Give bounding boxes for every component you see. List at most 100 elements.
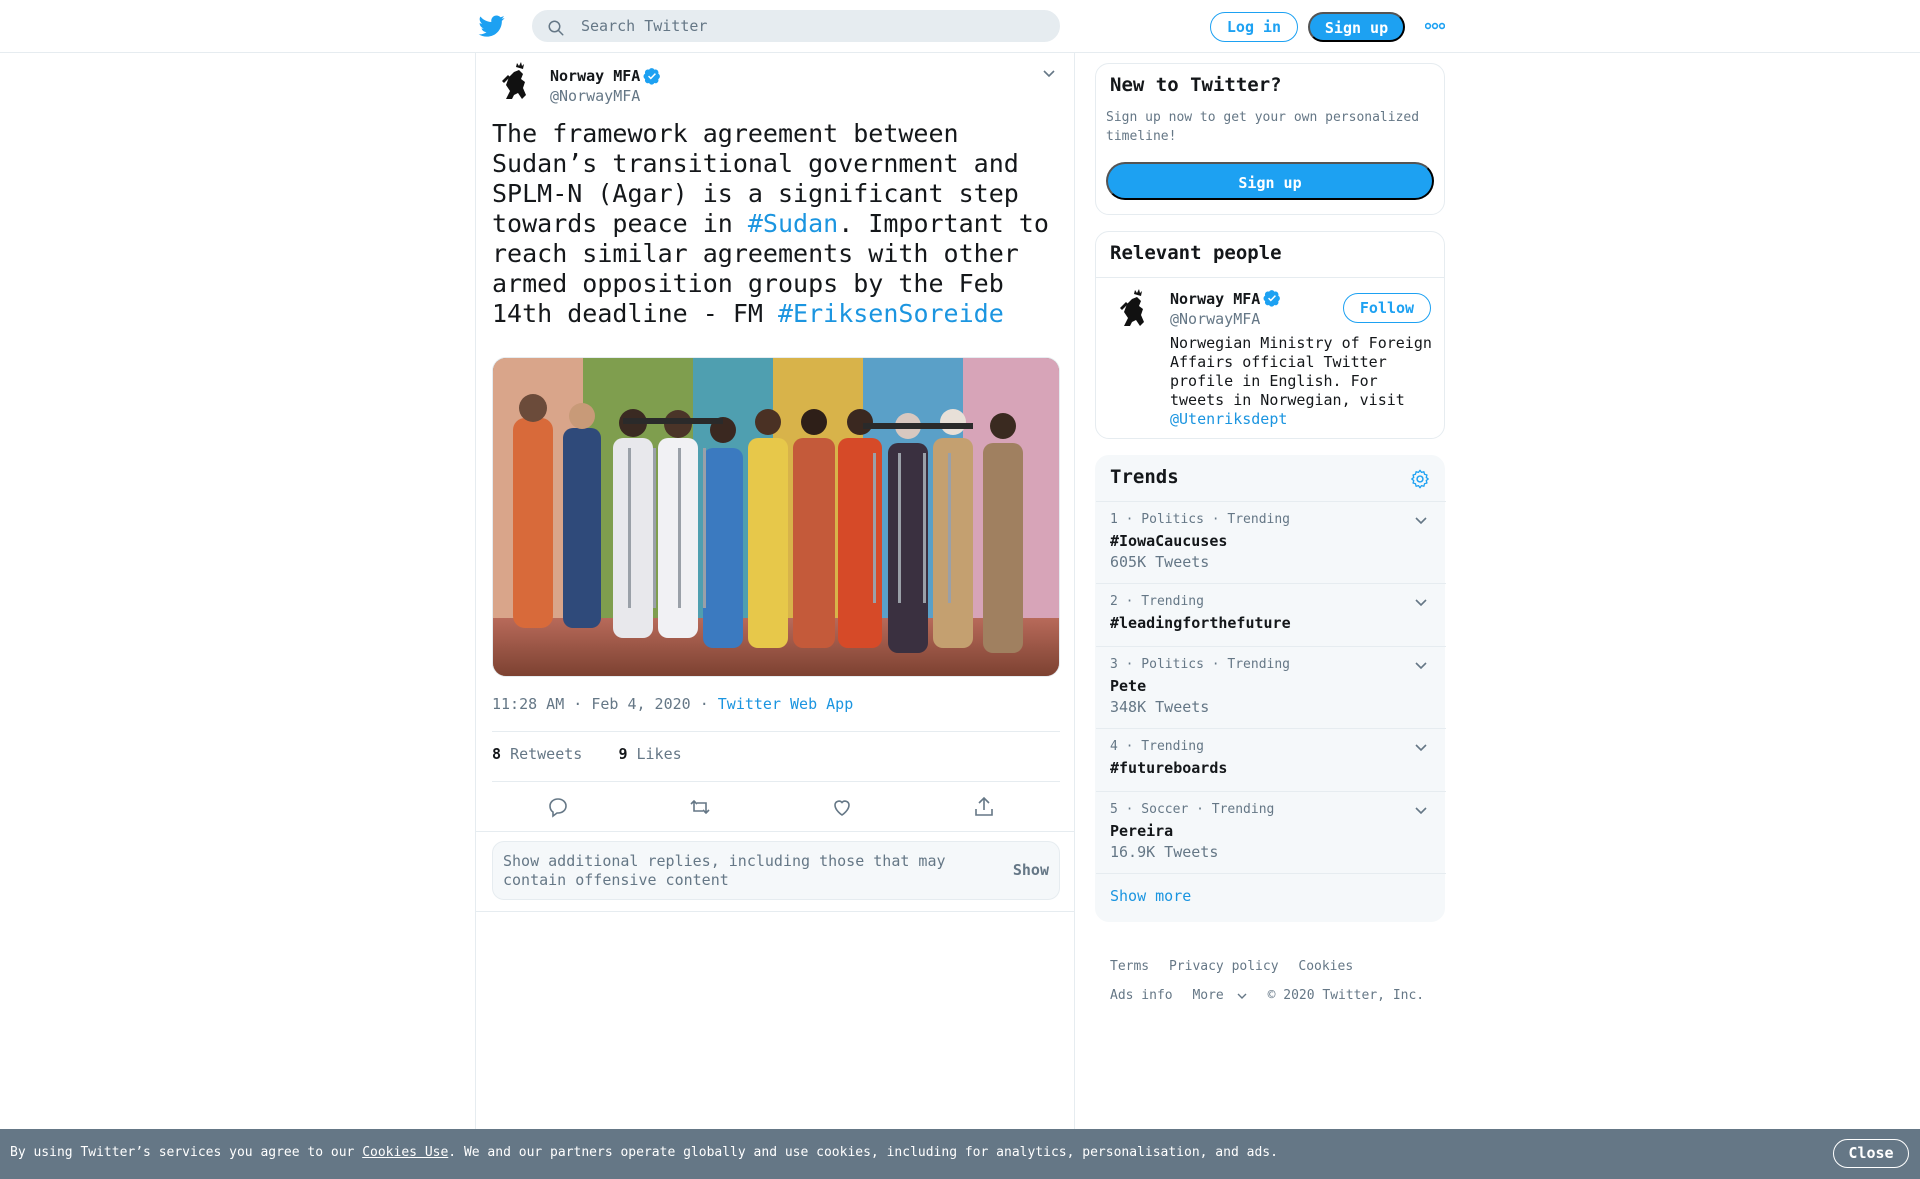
ads-info-link[interactable]: Ads info: [1110, 981, 1173, 1010]
timestamp-separator: ·: [690, 695, 718, 713]
main-column: Norway MFA @NorwayMFA The framework agre…: [475, 53, 1075, 1129]
tweet-text: The framework agreement between Sudan’s …: [492, 119, 1062, 329]
trend-name[interactable]: #futureboards: [1110, 759, 1227, 777]
trend-count: 605K Tweets: [1110, 553, 1210, 571]
trend-name[interactable]: #leadingforthefuture: [1110, 614, 1291, 632]
mural-image: [493, 358, 1059, 676]
follow-button[interactable]: Follow: [1343, 293, 1431, 323]
trend-meta: 5 · Soccer · Trending: [1110, 802, 1275, 817]
hashtag-link[interactable]: #EriksenSoreide: [778, 299, 1004, 328]
retweets-label: Retweets: [510, 745, 583, 763]
new-to-twitter-card: New to Twitter? Sign up now to get your …: [1095, 63, 1445, 215]
trend-item[interactable]: 1 · Politics · Trending #IowaCaucuses 60…: [1096, 501, 1446, 583]
footer-links: Terms Privacy policy Cookies Ads info Mo…: [1110, 952, 1450, 1010]
retweets-stat[interactable]: 8 Retweets: [492, 745, 582, 763]
cookie-text: By using Twitter’s services you agree to…: [10, 1145, 1278, 1160]
trend-item[interactable]: 4 · Trending #futureboards: [1096, 728, 1446, 791]
verified-badge-icon: [643, 68, 660, 85]
cookies-use-link[interactable]: Cookies Use: [362, 1145, 448, 1160]
trend-name[interactable]: Pereira: [1110, 822, 1173, 840]
relevant-people-card: Relevant people Norway MFA @NorwayMFA Fo…: [1095, 231, 1445, 439]
retweet-icon[interactable]: [688, 795, 712, 819]
twitter-bird-icon[interactable]: [478, 13, 506, 39]
likes-label: Likes: [636, 745, 682, 763]
cookie-text-after: . We and our partners operate globally a…: [448, 1145, 1278, 1160]
card-title: New to Twitter?: [1110, 74, 1282, 96]
divider: [476, 911, 1074, 912]
trend-item[interactable]: 3 · Politics · Trending Pete 348K Tweets: [1096, 646, 1446, 728]
tweet-image[interactable]: [492, 357, 1060, 677]
trend-meta: 4 · Trending: [1110, 739, 1204, 754]
chevron-down-icon[interactable]: [1414, 659, 1428, 673]
norway-lion-icon: [492, 61, 538, 107]
chevron-down-icon[interactable]: [1414, 804, 1428, 818]
cookies-link[interactable]: Cookies: [1298, 952, 1353, 981]
card-title: Relevant people: [1110, 242, 1282, 264]
likes-count: 9: [618, 745, 628, 763]
more-dots-icon[interactable]: [1425, 20, 1445, 32]
divider: [492, 731, 1060, 732]
divider: [1096, 873, 1446, 874]
verified-badge-icon: [1263, 290, 1280, 307]
divider: [1096, 277, 1444, 278]
search-input[interactable]: [581, 11, 1041, 41]
author-name[interactable]: Norway MFA: [550, 67, 640, 85]
avatar[interactable]: [492, 61, 538, 107]
trend-meta: 1 · Politics · Trending: [1110, 512, 1291, 527]
chevron-down-icon[interactable]: [1414, 514, 1428, 528]
trend-item[interactable]: 2 · Trending #leadingforthefuture: [1096, 583, 1446, 646]
tweet-stats: 8 Retweets 9 Likes: [492, 745, 682, 763]
show-replies-button[interactable]: Show: [1013, 861, 1049, 879]
cookie-consent-bar: By using Twitter’s services you agree to…: [0, 1129, 1920, 1179]
like-heart-icon[interactable]: [830, 795, 854, 819]
more-menu[interactable]: More: [1192, 981, 1247, 1010]
trend-item[interactable]: 5 · Soccer · Trending Pereira 16.9K Twee…: [1096, 791, 1446, 873]
retweets-count: 8: [492, 745, 502, 763]
gear-icon[interactable]: [1409, 468, 1431, 490]
share-icon[interactable]: [972, 795, 996, 819]
search-box[interactable]: [532, 10, 1060, 42]
chevron-down-icon[interactable]: [1414, 596, 1428, 610]
trend-meta: 2 · Trending: [1110, 594, 1204, 609]
more-label: More: [1192, 988, 1224, 1003]
hashtag-link[interactable]: #Sudan: [748, 209, 838, 238]
close-cookie-button[interactable]: Close: [1833, 1139, 1909, 1168]
person-bio: Norwegian Ministry of Foreign Affairs of…: [1170, 334, 1438, 429]
sidebar-signup-button[interactable]: Sign up: [1106, 162, 1434, 200]
trend-name[interactable]: #IowaCaucuses: [1110, 532, 1227, 550]
person-name[interactable]: Norway MFA: [1170, 290, 1260, 308]
top-bar: Log in Sign up: [0, 0, 1920, 53]
norway-lion-icon: [1110, 288, 1156, 334]
person-handle[interactable]: @NorwayMFA: [1170, 310, 1260, 328]
search-icon: [548, 20, 564, 36]
reply-icon[interactable]: [546, 795, 570, 819]
divider: [476, 831, 1074, 832]
terms-link[interactable]: Terms: [1110, 952, 1149, 981]
likes-stat[interactable]: 9 Likes: [618, 745, 681, 763]
copyright: © 2020 Twitter, Inc.: [1267, 988, 1425, 1003]
author-handle[interactable]: @NorwayMFA: [550, 87, 640, 105]
avatar[interactable]: [1110, 288, 1156, 334]
offensive-replies-text: Show additional replies, including those…: [503, 852, 946, 889]
chevron-down-icon: [1237, 993, 1247, 999]
show-more-link[interactable]: Show more: [1110, 887, 1191, 905]
signup-button[interactable]: Sign up: [1308, 12, 1405, 42]
trends-card: Trends 1 · Politics · Trending #IowaCauc…: [1095, 455, 1446, 922]
card-description: Sign up now to get your own personalized…: [1106, 110, 1420, 144]
chevron-down-icon[interactable]: [1042, 67, 1056, 81]
tweet-timestamp[interactable]: 11:28 AM · Feb 4, 2020 · Twitter Web App: [492, 695, 853, 713]
chevron-down-icon[interactable]: [1414, 741, 1428, 755]
trend-count: 348K Tweets: [1110, 698, 1210, 716]
tweet-time[interactable]: 11:28 AM · Feb 4, 2020: [492, 695, 691, 713]
privacy-link[interactable]: Privacy policy: [1169, 952, 1279, 981]
tweet-actions: [492, 795, 1060, 835]
mention-link[interactable]: @Utenriksdept: [1170, 410, 1287, 428]
trend-meta: 3 · Politics · Trending: [1110, 657, 1291, 672]
trend-count: 16.9K Tweets: [1110, 843, 1219, 861]
login-button[interactable]: Log in: [1210, 12, 1298, 42]
offensive-replies-banner: Show additional replies, including those…: [492, 841, 1060, 900]
trend-name[interactable]: Pete: [1110, 677, 1146, 695]
divider: [492, 781, 1060, 782]
tweet-source-link[interactable]: Twitter Web App: [718, 695, 853, 713]
cookie-text-before: By using Twitter’s services you agree to…: [10, 1145, 363, 1160]
